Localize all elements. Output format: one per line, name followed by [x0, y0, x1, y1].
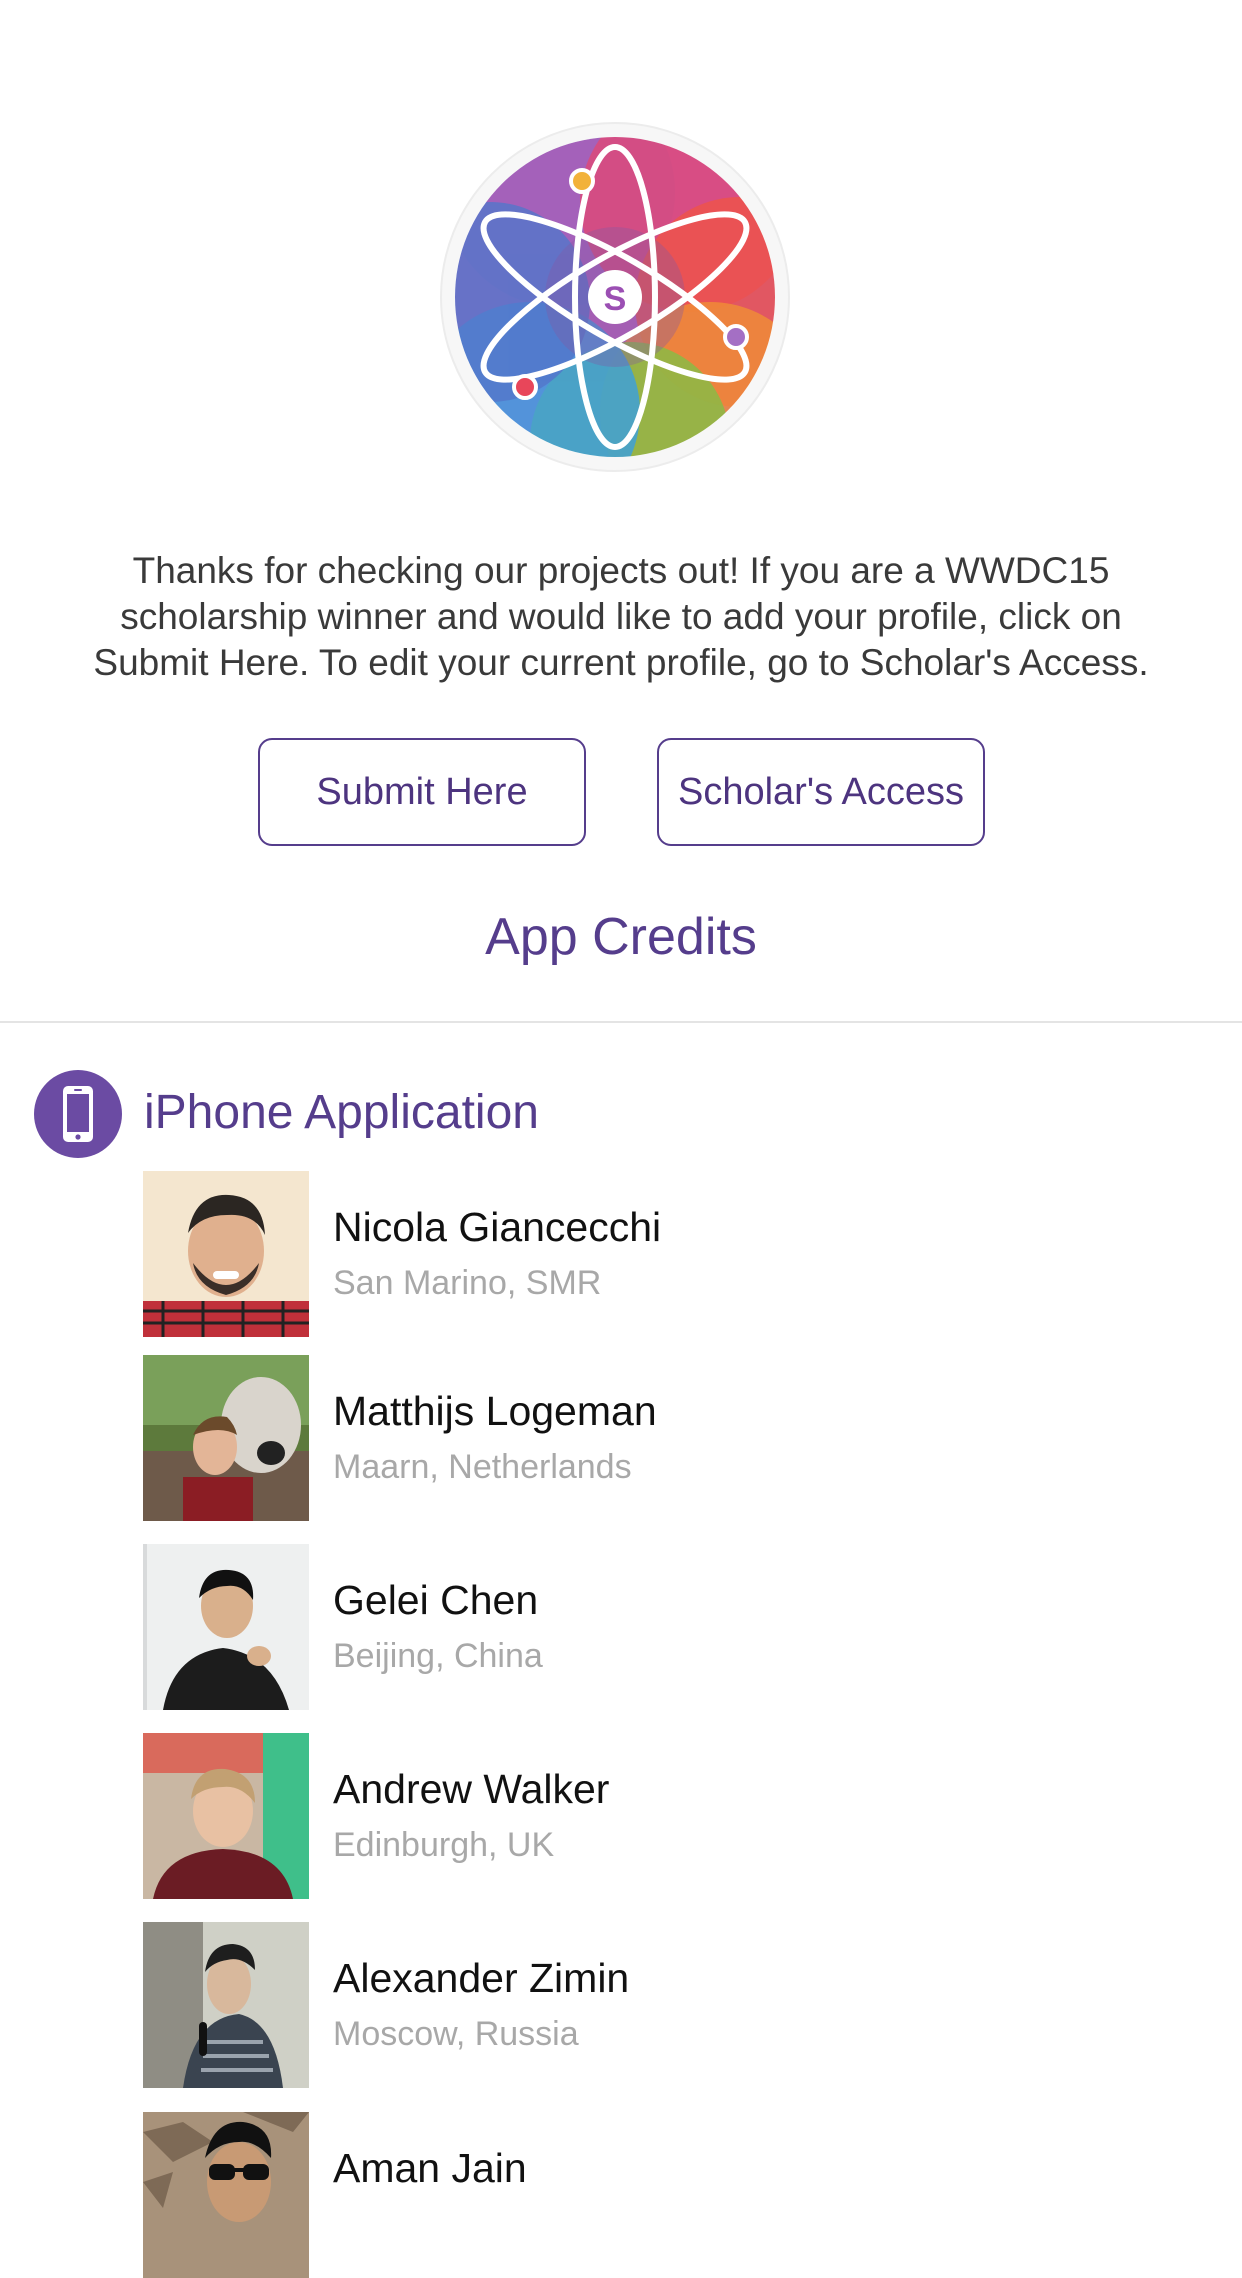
avatar — [143, 1544, 309, 1710]
list-item[interactable]: Andrew Walker Edinburgh, UK — [143, 1733, 1143, 1899]
list-item[interactable]: Nicola Giancecchi San Marino, SMR — [143, 1171, 1143, 1337]
list-item[interactable]: Alexander Zimin Moscow, Russia — [143, 1922, 1143, 2088]
intro-line: Thanks for checking our projects out! If… — [132, 550, 1110, 591]
list-item[interactable]: Aman Jain — [143, 2112, 1143, 2278]
person-name: Alexander Zimin — [333, 1955, 630, 2001]
avatar — [143, 1733, 309, 1899]
section-title: iPhone Application — [144, 1086, 539, 1139]
person-name: Andrew Walker — [333, 1766, 610, 1812]
app-logo: S — [440, 122, 790, 472]
list-item[interactable]: Matthijs Logeman Maarn, Netherlands — [143, 1355, 1143, 1521]
scholars-access-button[interactable]: Scholar's Access — [657, 738, 985, 846]
logo-letter: S — [604, 280, 627, 318]
list-item[interactable]: Gelei Chen Beijing, China — [143, 1544, 1143, 1710]
iphone-icon — [34, 1070, 122, 1158]
person-location: Maarn, Netherlands — [333, 1448, 632, 1486]
person-location: Moscow, Russia — [333, 2015, 579, 2053]
person-name: Gelei Chen — [333, 1577, 539, 1623]
intro-line: Submit Here. To edit your current profil… — [93, 642, 1149, 683]
avatar — [143, 1922, 309, 2088]
avatar — [143, 1171, 309, 1337]
person-location: San Marino, SMR — [333, 1264, 602, 1302]
person-location: Edinburgh, UK — [333, 1826, 555, 1864]
person-location: Beijing, China — [333, 1637, 543, 1675]
app-credits-title: App Credits — [485, 908, 757, 966]
person-name: Nicola Giancecchi — [333, 1204, 662, 1250]
submit-here-button[interactable]: Submit Here — [258, 738, 586, 846]
avatar — [143, 2112, 309, 2278]
intro-line: scholarship winner and would like to add… — [120, 596, 1122, 637]
intro-text: Thanks for checking our projects out! If… — [40, 548, 1202, 686]
person-name: Matthijs Logeman — [333, 1388, 657, 1434]
divider — [0, 1021, 1242, 1023]
atom-logo-icon: S — [440, 122, 790, 472]
person-name: Aman Jain — [333, 2145, 527, 2191]
avatar — [143, 1355, 309, 1521]
